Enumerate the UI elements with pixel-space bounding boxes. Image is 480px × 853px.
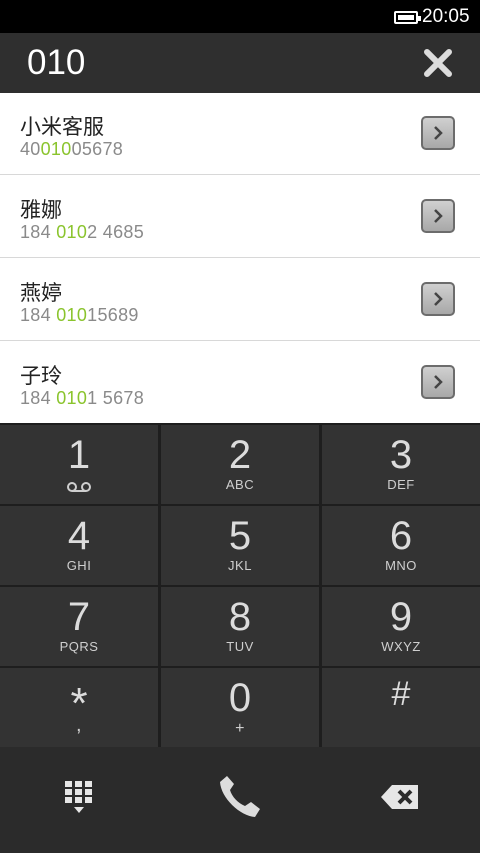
- keypad-icon: [65, 781, 92, 813]
- chevron-right-icon: [434, 375, 443, 389]
- contact-results-list: 小米客服 4001005678 雅娜 184 0102 4685 燕婷 184 …: [0, 93, 480, 516]
- key-letters: TUV: [226, 639, 254, 654]
- toggle-keypad-button[interactable]: [39, 767, 119, 827]
- contact-number: 184 01015689: [20, 305, 139, 325]
- key-letters: JKL: [228, 558, 252, 573]
- clear-button[interactable]: [420, 45, 456, 81]
- contact-detail-button[interactable]: [421, 282, 455, 316]
- contact-name: 小米客服: [20, 115, 104, 139]
- key-digit: 8: [228, 595, 252, 639]
- dialer-action-bar: [0, 747, 480, 853]
- contact-name: 子玲: [20, 364, 62, 388]
- key-digit: 2: [228, 433, 252, 477]
- contact-detail-button[interactable]: [421, 199, 455, 233]
- key-digit: 7: [67, 595, 91, 639]
- dialed-number[interactable]: 010: [27, 43, 85, 83]
- key-digit: 4: [67, 514, 91, 558]
- dial-keypad: 1 2 ABC 3 DEF 4 GHI 5 JKL 6 MNO 7 PQRS 8…: [0, 423, 480, 747]
- key-letters: GHI: [66, 558, 92, 573]
- key-hash[interactable]: #: [322, 668, 480, 747]
- list-item[interactable]: 雅娜 184 0102 4685: [0, 176, 480, 258]
- key-digit: #: [391, 675, 411, 713]
- contact-name: 燕婷: [20, 281, 62, 305]
- key-1[interactable]: 1: [0, 425, 158, 504]
- key-digit: 0: [228, 676, 252, 720]
- key-digit: 1: [67, 433, 91, 477]
- key-digit: 3: [389, 433, 413, 477]
- call-button[interactable]: [200, 767, 280, 827]
- dial-header: 010: [0, 33, 480, 93]
- status-bar: 20:05: [0, 0, 480, 33]
- contact-name: 雅娜: [20, 198, 62, 222]
- key-6[interactable]: 6 MNO: [322, 506, 480, 585]
- key-letters: WXYZ: [381, 639, 421, 654]
- key-2[interactable]: 2 ABC: [161, 425, 319, 504]
- key-letters: DEF: [387, 477, 415, 492]
- contact-detail-button[interactable]: [421, 365, 455, 399]
- voicemail-icon: [67, 482, 91, 492]
- chevron-right-icon: [434, 209, 443, 223]
- chevron-right-icon: [434, 126, 443, 140]
- contact-number: 184 0102 4685: [20, 222, 145, 242]
- key-3[interactable]: 3 DEF: [322, 425, 480, 504]
- backspace-icon: [381, 785, 418, 809]
- key-letters: PQRS: [59, 639, 99, 654]
- key-0[interactable]: 0 +: [161, 668, 319, 747]
- battery-icon: [394, 11, 421, 24]
- list-item[interactable]: 燕婷 184 01015689: [0, 259, 480, 341]
- key-letters: MNO: [385, 558, 417, 573]
- key-letters: ABC: [225, 477, 255, 492]
- list-item[interactable]: 小米客服 4001005678: [0, 93, 480, 175]
- key-9[interactable]: 9 WXYZ: [322, 587, 480, 666]
- key-8[interactable]: 8 TUV: [161, 587, 319, 666]
- key-4[interactable]: 4 GHI: [0, 506, 158, 585]
- list-item[interactable]: 子玲 184 0101 5678: [0, 342, 480, 424]
- key-letters: ,: [75, 714, 83, 736]
- chevron-right-icon: [434, 292, 443, 306]
- key-star[interactable]: * ,: [0, 668, 158, 747]
- phone-icon: [220, 776, 260, 817]
- key-letters: +: [235, 720, 245, 737]
- contact-number: 184 0101 5678: [20, 388, 145, 408]
- contact-number: 4001005678: [20, 139, 124, 159]
- key-digit: 5: [228, 514, 252, 558]
- key-digit: 6: [389, 514, 413, 558]
- key-digit: 9: [389, 595, 413, 639]
- close-icon: [424, 49, 452, 77]
- contact-detail-button[interactable]: [421, 116, 455, 150]
- status-time: 20:05: [422, 6, 470, 27]
- key-7[interactable]: 7 PQRS: [0, 587, 158, 666]
- backspace-button[interactable]: [360, 767, 440, 827]
- key-5[interactable]: 5 JKL: [161, 506, 319, 585]
